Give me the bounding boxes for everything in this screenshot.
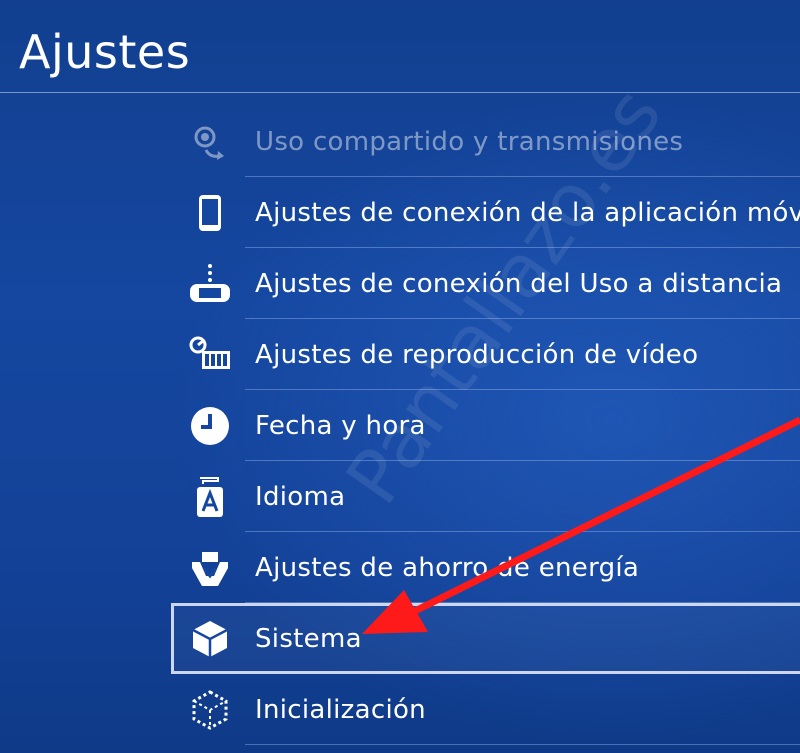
menu-item-label: Ajustes de conexión de la aplicación móv…	[255, 197, 800, 228]
language-icon	[186, 473, 234, 521]
menu-item-mobile-app[interactable]: Ajustes de conexión de la aplicación móv…	[0, 177, 800, 248]
menu-item-label: Sistema	[255, 623, 362, 654]
menu-item-label: Uso compartido y transmisiones	[255, 126, 684, 157]
menu-item-label: Idioma	[255, 481, 346, 512]
clock-icon	[186, 402, 234, 450]
menu-item-power-save[interactable]: Ajustes de ahorro de energía	[0, 532, 800, 603]
share-stream-icon	[186, 118, 234, 166]
smartphone-icon	[186, 189, 234, 237]
system-cube-icon	[186, 615, 234, 663]
initialization-icon	[186, 686, 234, 734]
menu-divider	[245, 744, 800, 745]
menu-item-remote-play[interactable]: Ajustes de conexión del Uso a distancia	[0, 248, 800, 319]
menu-item-label: Ajustes de conexión del Uso a distancia	[255, 268, 783, 299]
settings-menu: Uso compartido y transmisiones Ajustes d…	[0, 106, 800, 745]
menu-item-share-stream[interactable]: Uso compartido y transmisiones	[0, 106, 800, 177]
menu-item-initialization[interactable]: Inicialización	[0, 674, 800, 745]
menu-item-video-playback[interactable]: Ajustes de reproducción de vídeo	[0, 319, 800, 390]
menu-item-system[interactable]: Sistema	[171, 603, 800, 674]
title-divider	[0, 92, 800, 93]
power-save-icon	[186, 544, 234, 592]
page-title: Ajustes	[19, 25, 191, 79]
video-playback-icon	[186, 331, 234, 379]
menu-item-label: Ajustes de ahorro de energía	[255, 552, 640, 583]
menu-item-label: Inicialización	[255, 694, 426, 725]
remote-play-icon	[186, 260, 234, 308]
menu-item-label: Fecha y hora	[255, 410, 426, 441]
menu-item-label: Ajustes de reproducción de vídeo	[255, 339, 699, 370]
menu-item-language[interactable]: Idioma	[0, 461, 800, 532]
menu-item-date-time[interactable]: Fecha y hora	[0, 390, 800, 461]
